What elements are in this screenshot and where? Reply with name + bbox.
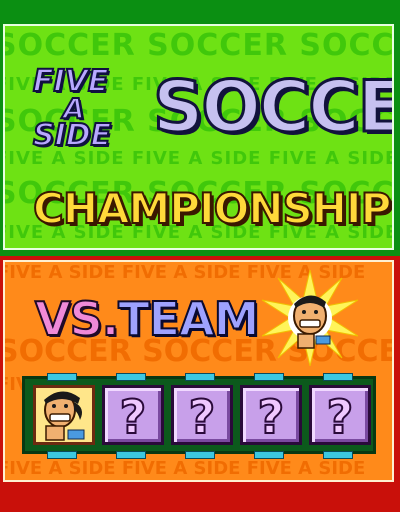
slot-tab — [254, 373, 284, 381]
team-slot-unknown[interactable]: ? — [309, 385, 371, 445]
slot-tab — [323, 373, 353, 381]
player-portrait-icon — [44, 391, 85, 441]
slot-tab — [47, 373, 77, 381]
logo-championship: CHAMPIONSHIP — [32, 183, 392, 234]
logo-soccer: SOCCER — [151, 65, 392, 150]
mascot-icon — [293, 295, 331, 349]
vs-team-heading: VS.TEAM — [34, 291, 260, 347]
vs-label: VS. — [34, 291, 120, 347]
question-mark-icon: ? — [257, 389, 286, 445]
slot-tab — [323, 451, 353, 459]
title-panel: SOCCER SOCCER SOCCER SOCCER FIVE A SIDE … — [3, 24, 394, 250]
question-mark-icon: ? — [188, 389, 217, 445]
question-mark-icon: ? — [119, 389, 148, 445]
slot-tab — [254, 451, 284, 459]
slot-tab — [185, 373, 215, 381]
title-bg-pattern: SOCCER SOCCER SOCCER SOCCER — [3, 28, 394, 63]
team-slot-player[interactable] — [33, 385, 95, 445]
team-label: TEAM — [117, 291, 260, 347]
team-slot-unknown[interactable]: ? — [240, 385, 302, 445]
question-mark-icon: ? — [326, 389, 355, 445]
game-screen: SOCCER SOCCER SOCCER SOCCER FIVE A SIDE … — [0, 0, 400, 512]
slot-tab — [116, 451, 146, 459]
team-slot-unknown[interactable]: ? — [102, 385, 164, 445]
slot-tab — [116, 373, 146, 381]
team-slots-bar: ? ? ? ? — [22, 376, 376, 454]
logo-side: SIDE — [32, 117, 112, 154]
vs-bg-pattern: FIVE A SIDE FIVE A SIDE FIVE A SIDE — [3, 458, 366, 479]
slot-tab — [47, 451, 77, 459]
team-slot-unknown[interactable]: ? — [171, 385, 233, 445]
slot-tab — [185, 451, 215, 459]
